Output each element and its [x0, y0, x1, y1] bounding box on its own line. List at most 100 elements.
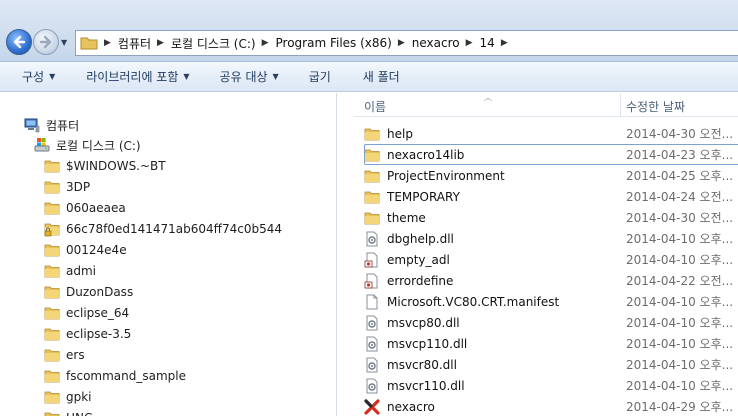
breadcrumb-14[interactable]: 14	[480, 36, 495, 50]
file-name: empty_adl	[387, 252, 450, 267]
file-name: msvcp110.dll	[387, 336, 468, 351]
tree-item-folder[interactable]: admi	[44, 261, 96, 281]
breadcrumb-program-files[interactable]: Program Files (x86)	[276, 36, 392, 50]
file-row[interactable]: Microsoft.VC80.CRT.manifest 2014-04-10 오후…	[364, 291, 738, 312]
file-name: ProjectEnvironment	[387, 168, 505, 183]
file-row[interactable]: msvcr110.dll 2014-04-10 오후...	[364, 375, 738, 396]
folder-icon	[44, 412, 60, 416]
file-row[interactable]: dbghelp.dll 2014-04-10 오후...	[364, 228, 738, 249]
folder-icon	[364, 191, 380, 203]
tree-item-folder[interactable]: DuzonDass	[44, 282, 133, 302]
file-date-modified: 2014-04-10 오후...	[626, 379, 734, 393]
tree-item-folder[interactable]: fscommand_sample	[44, 366, 186, 386]
file-row[interactable]: ProjectEnvironment 2014-04-25 오후...	[364, 165, 738, 186]
back-button[interactable]	[6, 29, 32, 55]
pane-splitter[interactable]	[336, 93, 354, 416]
navigation-pane: 컴퓨터 로컬 디스크 (C:) $WINDOWS.~BT 3DP 060aeaea 6…	[0, 93, 336, 416]
tree-item-folder[interactable]: 060aeaea	[44, 198, 126, 218]
breadcrumb-separator-icon[interactable]: ▶	[398, 38, 405, 48]
dll-file-icon	[366, 336, 378, 351]
include-in-library-label: 라이브러리에 포함	[86, 70, 179, 84]
file-row[interactable]: nexacro 2014-04-29 오후...	[364, 396, 738, 416]
navigation-bar: ▼ ▶ 컴퓨터 ▶ 로컬 디스크 (C:) ▶ Program Files (x…	[0, 0, 738, 62]
tree-item-folder[interactable]: eclipse-3.5	[44, 324, 131, 344]
tree-item-label: admi	[66, 264, 96, 278]
folder-icon	[44, 307, 60, 320]
breadcrumb-separator-icon[interactable]: ▶	[466, 38, 473, 48]
breadcrumb-separator-icon[interactable]: ▶	[157, 38, 164, 48]
breadcrumb-local-disk[interactable]: 로컬 디스크 (C:)	[171, 35, 256, 52]
file-name: msvcr80.dll	[387, 357, 457, 372]
tree-item-folder[interactable]: gpki	[44, 387, 92, 407]
file-row[interactable]: TEMPORARY 2014-04-24 오전...	[364, 186, 738, 207]
file-date-modified: 2014-04-10 오후...	[626, 316, 734, 330]
breadcrumb-separator-icon[interactable]: ▶	[262, 38, 269, 48]
blank-file-icon	[366, 294, 378, 309]
dll-file-icon	[366, 231, 378, 246]
include-in-library-button[interactable]: 라이브러리에 포함 ▼	[66, 68, 200, 85]
breadcrumb-separator-icon[interactable]: ▶	[104, 38, 111, 48]
file-list: 이름 ︿ 수정한 날짜 help 2014-04-30 오전... nexacro1…	[354, 93, 738, 416]
share-with-button[interactable]: 공유 대상 ▼	[201, 68, 290, 85]
organize-button[interactable]: 구성 ▼	[0, 68, 66, 85]
file-date-modified: 2014-04-29 오후...	[626, 400, 734, 414]
tree-item-folder[interactable]: $WINDOWS.~BT	[44, 156, 166, 176]
folder-icon	[44, 160, 60, 173]
tree-item-folder[interactable]: HNC	[44, 408, 92, 416]
tree-item-computer[interactable]: 컴퓨터	[24, 115, 79, 135]
generic-file-icon	[364, 252, 378, 267]
breadcrumb-separator-icon[interactable]: ▶	[501, 38, 508, 48]
tree-item-label: DuzonDass	[66, 285, 134, 299]
breadcrumb-computer[interactable]: 컴퓨터	[118, 35, 151, 52]
tree-item-folder[interactable]: 00124e4e	[44, 240, 127, 260]
column-header-row: 이름 ︿ 수정한 날짜	[354, 93, 738, 117]
file-row[interactable]: msvcp110.dll 2014-04-10 오후...	[364, 333, 738, 354]
tree-item-folder[interactable]: eclipse_64	[44, 303, 129, 323]
tree-item-label: fscommand_sample	[66, 369, 186, 383]
column-divider[interactable]	[620, 93, 621, 117]
tree-item-folder[interactable]: 66c78f0ed141471ab604ff74c0b544	[44, 219, 282, 239]
column-header-name[interactable]: 이름	[364, 98, 386, 115]
file-row[interactable]: help 2014-04-30 오전...	[364, 123, 738, 144]
file-row[interactable]: empty_adl 2014-04-10 오후...	[364, 249, 738, 270]
tree-item-folder[interactable]: ers	[44, 345, 85, 365]
tree-item-label: 66c78f0ed141471ab604ff74c0b544	[66, 222, 282, 236]
new-folder-label: 새 폴더	[362, 70, 400, 84]
forward-button[interactable]	[33, 29, 59, 55]
folder-icon	[44, 391, 60, 404]
tree-item-label: ers	[66, 348, 85, 362]
generic-file-icon	[364, 273, 378, 288]
column-header-date-modified[interactable]: 수정한 날짜	[626, 98, 685, 115]
burn-label: 굽기	[308, 70, 331, 84]
tree-item-label: eclipse_64	[66, 306, 130, 320]
folder-icon	[364, 212, 380, 224]
file-date-modified: 2014-04-22 오전...	[626, 274, 734, 288]
file-row[interactable]: errordefine 2014-04-22 오전...	[364, 270, 738, 291]
file-row[interactable]: nexacro14lib 2014-04-23 오후...	[364, 144, 738, 165]
file-date-modified: 2014-04-23 오후...	[626, 148, 734, 162]
file-name: errordefine	[387, 273, 454, 288]
locked-folder-icon	[44, 223, 60, 237]
chevron-down-icon: ▼	[183, 72, 190, 81]
folder-icon	[44, 265, 60, 278]
file-name: help	[387, 126, 413, 141]
file-name: msvcp80.dll	[387, 315, 460, 330]
file-row[interactable]: msvcr80.dll 2014-04-10 오후...	[364, 354, 738, 375]
new-folder-button[interactable]: 새 폴더	[342, 68, 411, 85]
tree-item-local-disk[interactable]: 로컬 디스크 (C:)	[34, 135, 141, 155]
file-date-modified: 2014-04-25 오후...	[626, 169, 734, 183]
back-arrow-icon	[13, 35, 26, 49]
breadcrumb-nexacro[interactable]: nexacro	[412, 36, 460, 50]
burn-button[interactable]: 굽기	[290, 68, 342, 85]
dll-file-icon	[366, 357, 378, 372]
file-date-modified: 2014-04-10 오후...	[626, 253, 734, 267]
recent-pages-chevron-down-icon[interactable]: ▼	[61, 38, 71, 48]
tree-item-label: eclipse-3.5	[66, 327, 132, 341]
file-row[interactable]: theme 2014-04-30 오전...	[364, 207, 738, 228]
file-name: Microsoft.VC80.CRT.manifest	[387, 294, 560, 309]
address-bar[interactable]: ▶ 컴퓨터 ▶ 로컬 디스크 (C:) ▶ Program Files (x86…	[75, 30, 738, 56]
tree-item-folder[interactable]: 3DP	[44, 177, 90, 197]
file-row[interactable]: msvcp80.dll 2014-04-10 오후...	[364, 312, 738, 333]
computer-icon	[24, 118, 40, 133]
dll-file-icon	[366, 378, 378, 393]
